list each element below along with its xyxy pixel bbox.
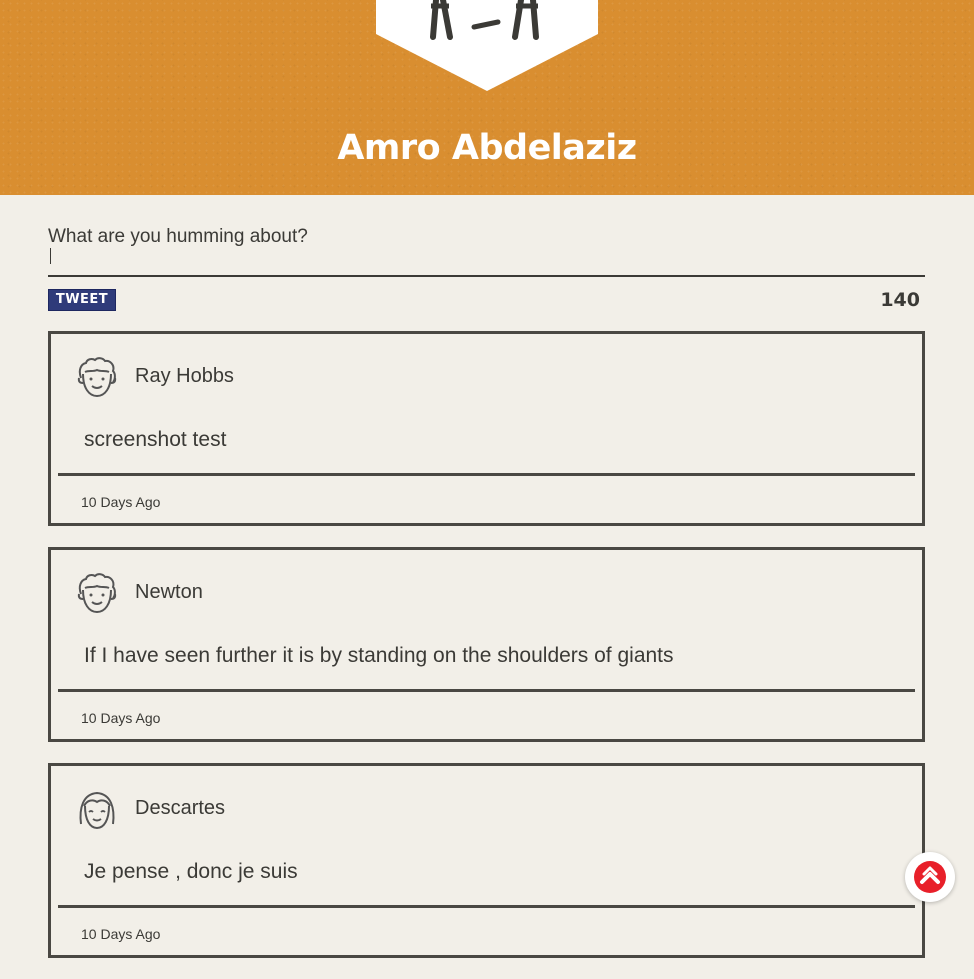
tweet-timestamp: 10 Days Ago (81, 494, 161, 510)
tweet-composer (48, 222, 925, 277)
profile-avatar-badge (376, 0, 598, 91)
profile-header: Amro Abdelaziz (0, 0, 974, 195)
tweet-text: screenshot test (84, 428, 227, 451)
bob-hair-face-icon[interactable] (75, 788, 119, 832)
character-legs-icon (376, 0, 598, 91)
tweet-timestamp: 10 Days Ago (81, 710, 161, 726)
tweet-divider (58, 905, 915, 908)
tweet-divider (58, 473, 915, 476)
char-counter: 140 (880, 289, 920, 311)
tweet-author[interactable]: Descartes (135, 797, 225, 820)
tweet-text: Je pense , donc je suis (84, 860, 298, 883)
tweet-author[interactable]: Newton (135, 581, 203, 604)
tweet-card: Newton If I have seen further it is by s… (48, 547, 925, 742)
tweet-text: If I have seen further it is by standing… (84, 644, 674, 667)
curly-hair-face-icon[interactable] (75, 572, 119, 616)
scroll-to-top-button[interactable] (905, 852, 955, 902)
chevron-up-icon (914, 861, 946, 893)
profile-name: Amro Abdelaziz (337, 128, 637, 168)
tweet-timestamp: 10 Days Ago (81, 926, 161, 942)
tweet-author[interactable]: Ray Hobbs (135, 365, 234, 388)
tweet-input[interactable] (48, 222, 925, 275)
tweet-card: Descartes Je pense , donc je suis 10 Day… (48, 763, 925, 958)
text-caret (50, 248, 51, 264)
tweet-card: Ray Hobbs screenshot test 10 Days Ago (48, 331, 925, 526)
curly-hair-face-icon[interactable] (75, 356, 119, 400)
tweet-divider (58, 689, 915, 692)
tweet-button[interactable]: TWEET (48, 289, 116, 311)
